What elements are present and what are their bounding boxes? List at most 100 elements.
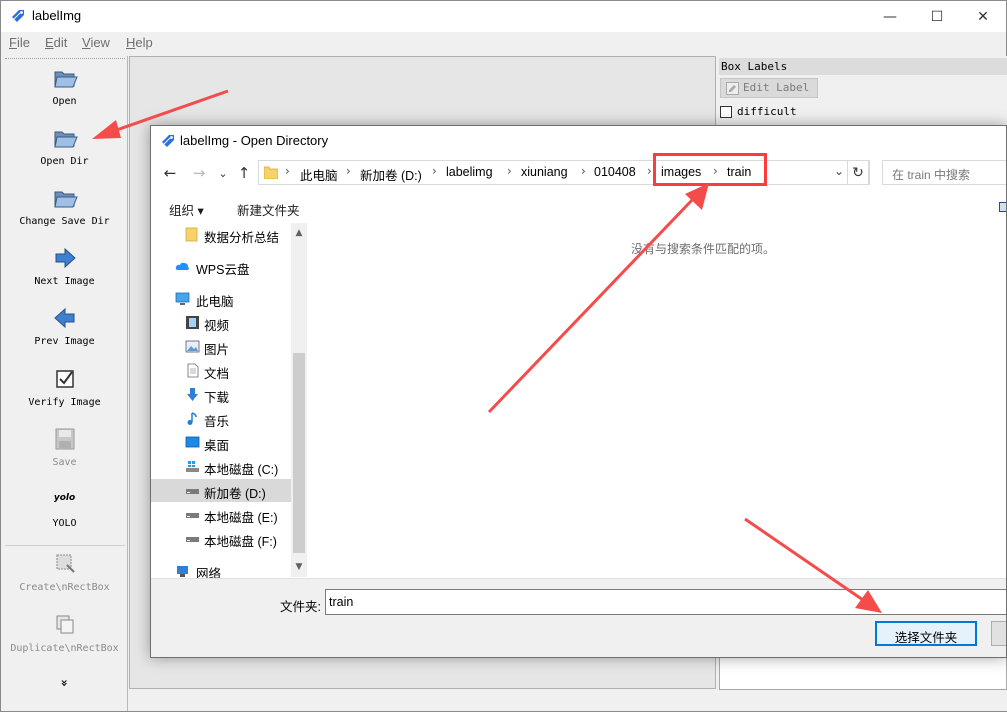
scroll-up-icon[interactable]: ▲ <box>291 225 307 241</box>
select-folder-label: 选择文件夹 <box>894 631 958 645</box>
nav-item-drive-d[interactable]: 新加卷 (D:) <box>151 479 291 502</box>
new-folder-button[interactable]: 新建文件夹 <box>237 200 300 219</box>
address-bar[interactable]: › 此电脑 › 新加卷 (D:) › labelimg › xiuniang ›… <box>258 160 870 185</box>
breadcrumb-separator: › <box>507 164 512 178</box>
scrollbar-thumb[interactable] <box>293 353 305 553</box>
nav-item-drive-c[interactable]: 本地磁盘 (C:) <box>151 455 291 478</box>
edit-label-text: Edit Label <box>743 81 810 94</box>
duplicate-icon <box>56 615 73 634</box>
open-dir-button[interactable]: Open Dir <box>1 126 128 167</box>
search-input[interactable]: 在 train 中搜索 <box>882 160 1006 185</box>
minimize-button[interactable]: — <box>867 1 913 32</box>
nav-item-label: 音乐 <box>204 415 230 429</box>
breadcrumb-separator: › <box>346 164 351 178</box>
maximize-icon: ☐ <box>930 8 944 25</box>
address-dropdown-icon[interactable]: ⌄ <box>834 164 844 178</box>
create-rectbox-button[interactable]: Create\nRectBox <box>1 552 128 593</box>
save-button[interactable]: Save <box>1 427 128 468</box>
nav-item-wps-cloud[interactable]: WPS云盘 <box>151 255 291 278</box>
folder-name-input[interactable]: train <box>325 589 1006 615</box>
nav-item-label: 本地磁盘 (F:) <box>204 535 277 549</box>
save-icon <box>55 428 74 450</box>
system-drive-icon <box>186 461 199 472</box>
nav-item-documents[interactable]: 文档 <box>151 359 291 382</box>
organize-button[interactable]: 组织 ▾ <box>169 200 204 219</box>
menu-file[interactable]: File <box>9 35 30 50</box>
navigation-row: ← → ⌄ ↑ › 此电脑 › 新加卷 (D:) › labelimg › xi… <box>151 157 1006 189</box>
breadcrumb-labelimg[interactable]: labelimg <box>446 165 493 179</box>
view-options-icon[interactable] <box>999 202 1006 212</box>
duplicate-rectbox-label: Duplicate\nRectBox <box>10 643 119 654</box>
maximize-button[interactable]: ☐ <box>914 1 960 32</box>
folder-label: 文件夹: <box>280 600 321 614</box>
close-icon: ✕ <box>977 8 989 25</box>
prev-image-button[interactable]: Prev Image <box>1 306 128 347</box>
menu-view[interactable]: View <box>82 35 110 50</box>
menu-help[interactable]: Help <box>126 35 153 50</box>
yolo-button[interactable]: yolo YOLO <box>1 488 128 529</box>
breadcrumb-xiuniang[interactable]: xiuniang <box>521 165 568 179</box>
back-button[interactable]: ← <box>160 163 180 183</box>
video-icon <box>186 316 199 329</box>
verify-image-button[interactable]: Verify Image <box>1 367 128 408</box>
file-list[interactable] <box>719 654 1007 690</box>
recent-locations-button[interactable]: ⌄ <box>213 163 233 183</box>
document-icon <box>187 363 199 378</box>
close-button[interactable]: ✕ <box>960 1 1006 32</box>
breadcrumb-010408[interactable]: 010408 <box>594 165 636 179</box>
refresh-button[interactable]: ↻ <box>847 160 869 185</box>
nav-item-data-summary[interactable]: 数据分析总结 <box>151 223 291 246</box>
nav-item-videos[interactable]: 视频 <box>151 311 291 334</box>
nav-item-label: 图片 <box>204 343 230 357</box>
dialog-title: labelImg - Open Directory <box>180 133 329 148</box>
app-icon <box>162 135 174 147</box>
difficult-label: difficult <box>737 105 797 118</box>
nav-item-label: 文档 <box>204 367 230 381</box>
difficult-checkbox-box[interactable] <box>720 106 732 118</box>
open-dir-label: Open Dir <box>40 156 89 167</box>
select-folder-button[interactable]: 选择文件夹 <box>875 621 977 646</box>
chevron-down-icon: ⌄ <box>218 166 228 180</box>
edit-label-button[interactable]: Edit Label <box>720 78 818 98</box>
breadcrumb-this-pc[interactable]: 此电脑 <box>300 165 338 184</box>
open-label: Open <box>52 96 77 107</box>
box-labels-title: Box Labels <box>719 58 1007 75</box>
back-arrow-icon: ← <box>163 164 177 182</box>
nav-pane-scrollbar[interactable]: ▲ ▼ <box>291 223 307 577</box>
up-button[interactable]: ↑ <box>234 163 254 183</box>
scroll-down-icon[interactable]: ▼ <box>291 559 307 575</box>
navigation-pane: 数据分析总结 WPS云盘 此电脑 视频 图片 文档 下载 音乐 桌面 本地磁盘 … <box>151 223 307 581</box>
file-list-pane[interactable]: 没有与搜索条件匹配的项。 <box>308 223 1006 577</box>
computer-icon <box>175 292 190 305</box>
left-toolbar: Open Open Dir Change Save Dir Next Image <box>1 56 128 711</box>
more-tools-button[interactable]: » <box>1 676 128 690</box>
toolbar-grip <box>5 58 125 59</box>
nav-item-pictures[interactable]: 图片 <box>151 335 291 358</box>
nav-item-drive-e[interactable]: 本地磁盘 (E:) <box>151 503 291 526</box>
app-icon <box>12 10 24 22</box>
nav-item-desktop[interactable]: 桌面 <box>151 431 291 454</box>
up-arrow-icon: ↑ <box>237 164 251 182</box>
nav-item-downloads[interactable]: 下载 <box>151 383 291 406</box>
empty-results-message: 没有与搜索条件匹配的项。 <box>631 242 776 256</box>
path-highlight-box <box>653 153 767 186</box>
open-button[interactable]: Open <box>1 66 128 107</box>
nav-item-label: 本地磁盘 (E:) <box>204 511 278 525</box>
desktop-icon <box>185 436 200 448</box>
next-image-button[interactable]: Next Image <box>1 246 128 287</box>
duplicate-rectbox-button[interactable]: Duplicate\nRectBox <box>1 613 128 654</box>
nav-item-label: WPS云盘 <box>196 263 250 277</box>
change-save-dir-button[interactable]: Change Save Dir <box>1 186 128 227</box>
nav-item-this-pc[interactable]: 此电脑 <box>151 287 291 310</box>
save-label: Save <box>52 457 77 468</box>
network-icon <box>177 566 188 577</box>
forward-button[interactable]: → <box>189 163 209 183</box>
folder-icon <box>264 166 278 179</box>
nav-item-music[interactable]: 音乐 <box>151 407 291 430</box>
nav-item-label: 本地磁盘 (C:) <box>204 463 279 477</box>
nav-item-drive-f[interactable]: 本地磁盘 (F:) <box>151 527 291 550</box>
breadcrumb-drive-d[interactable]: 新加卷 (D:) <box>360 165 422 184</box>
cancel-button[interactable] <box>991 621 1006 646</box>
folder-open-icon <box>53 191 78 208</box>
menu-edit[interactable]: Edit <box>45 35 67 50</box>
